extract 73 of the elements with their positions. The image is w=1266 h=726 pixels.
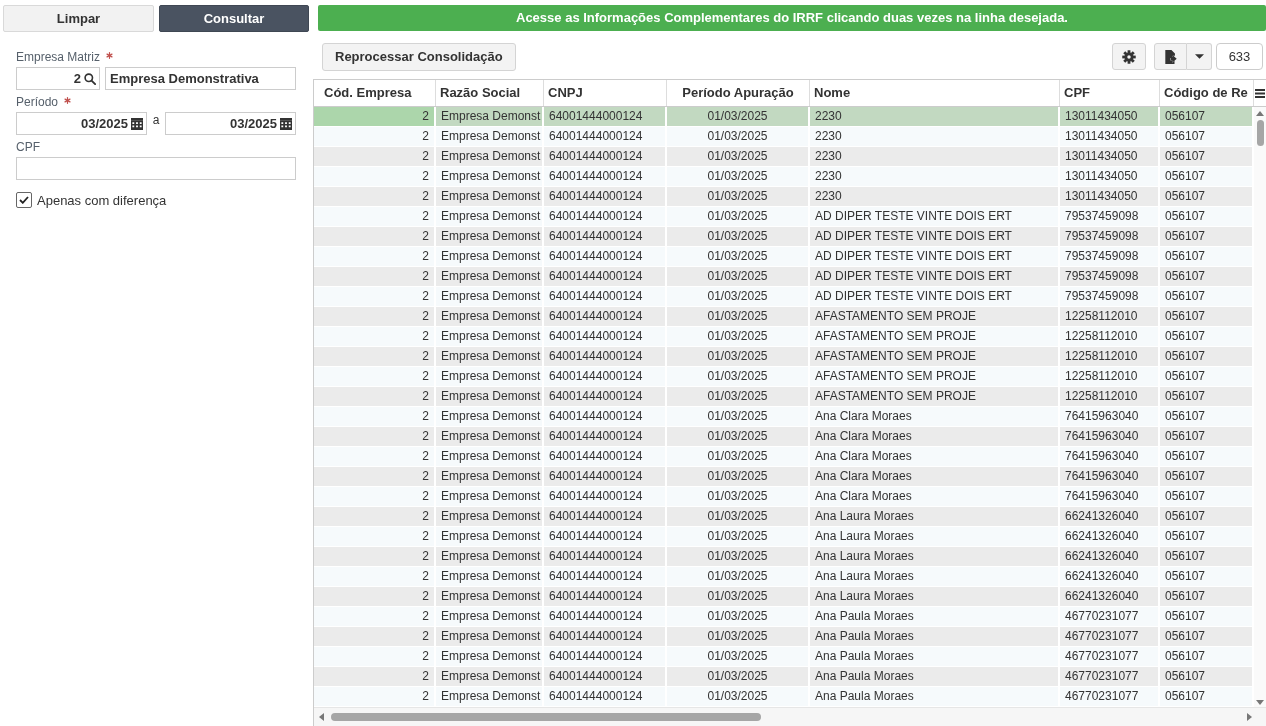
table-cell: 2 xyxy=(314,107,436,126)
export-dropdown-button[interactable] xyxy=(1187,43,1212,70)
down-arrow-icon[interactable] xyxy=(1256,700,1264,705)
checkbox-label[interactable]: Apenas com diferença xyxy=(37,192,167,208)
table-row[interactable]: 2 Empresa Demonst 64001444000124 01/03/2025 Ana Clara Moraes 76415963040 056107 xyxy=(314,427,1254,447)
table-row[interactable]: 2 Empresa Demonst 64001444000124 01/03/2025 AFASTAMENTO SEM PROJE 12258112010 056107 xyxy=(314,327,1254,347)
caret-icon xyxy=(1194,54,1204,59)
table-row[interactable]: 2 Empresa Demonst 64001444000124 01/03/2025 AD DIPER TESTE VINTE DOIS ERT 79537459098 056107 xyxy=(314,287,1254,307)
table-row[interactable]: 2 Empresa Demonst 64001444000124 01/03/2025 Ana Clara Moraes 76415963040 056107 xyxy=(314,467,1254,487)
table-row[interactable]: 2 Empresa Demonst 64001444000124 01/03/2025 AFASTAMENTO SEM PROJE 12258112010 056107 xyxy=(314,367,1254,387)
info-banner: Acesse as Informações Complementares do IRRF clicando duas vezes na linha desejada. xyxy=(318,5,1266,31)
calendar-icon[interactable] xyxy=(280,117,292,130)
table-row[interactable]: 2 Empresa Demonst 64001444000124 01/03/2025 AD DIPER TESTE VINTE DOIS ERT 79537459098 056107 xyxy=(314,207,1254,227)
column-header[interactable]: Período Apuração xyxy=(667,80,810,106)
left-arrow-icon[interactable] xyxy=(319,713,324,721)
company-name-field[interactable]: Empresa Demonstrativa xyxy=(105,67,296,90)
company-code-field[interactable]: 2 xyxy=(16,67,100,90)
table-row[interactable]: 2 Empresa Demonst 64001444000124 01/03/2025 Ana Laura Moraes 66241326040 056107 xyxy=(314,507,1254,527)
consult-button[interactable]: Consultar xyxy=(159,5,309,32)
table-row[interactable]: 2 Empresa Demonst 64001444000124 01/03/2025 AFASTAMENTO SEM PROJE 12258112010 056107 xyxy=(314,347,1254,367)
table-row[interactable]: 2 Empresa Demonst 64001444000124 01/03/2025 Ana Clara Moraes 76415963040 056107 xyxy=(314,407,1254,427)
table-row[interactable]: 2 Empresa Demonst 64001444000124 01/03/2025 Ana Paula Moraes 46770231077 056107 xyxy=(314,647,1254,667)
table-row[interactable]: 2 Empresa Demonst 64001444000124 01/03/2025 AD DIPER TESTE VINTE DOIS ERT 79537459098 056107 xyxy=(314,247,1254,267)
calendar-icon[interactable] xyxy=(131,117,143,130)
checkmark-icon xyxy=(19,196,29,204)
file-export-icon xyxy=(1164,49,1177,64)
table-row[interactable]: 2 Empresa Demonst 64001444000124 01/03/2025 2230 13011434050 056107 xyxy=(314,187,1254,207)
table-row[interactable]: 2 Empresa Demonst 64001444000124 01/03/2025 Ana Laura Moraes 66241326040 056107 xyxy=(314,547,1254,567)
table-row[interactable]: 2 Empresa Demonst 64001444000124 01/03/2025 Ana Paula Moraes 46770231077 056107 xyxy=(314,627,1254,647)
reprocess-button[interactable]: Reprocessar Consolidação xyxy=(322,42,516,71)
column-header[interactable]: Razão Social xyxy=(436,80,544,106)
export-button[interactable] xyxy=(1154,43,1187,70)
settings-button[interactable] xyxy=(1112,43,1146,70)
table-row[interactable]: 2 Empresa Demonst 64001444000124 01/03/2025 AD DIPER TESTE VINTE DOIS ERT 79537459098 056107 xyxy=(314,267,1254,287)
search-icon[interactable] xyxy=(84,72,96,85)
checkbox[interactable] xyxy=(16,192,32,208)
date-field[interactable]: 03/2025 xyxy=(16,112,147,135)
menu-icon[interactable] xyxy=(1255,88,1265,98)
vertical-scrollbar[interactable] xyxy=(1254,107,1266,707)
table-row[interactable]: 2 Empresa Demonst 64001444000124 01/03/2025 Ana Laura Moraes 66241326040 056107 xyxy=(314,567,1254,587)
field-label: Período xyxy=(16,95,59,109)
table-row[interactable]: 2 Empresa Demonst 64001444000124 01/03/2025 AFASTAMENTO SEM PROJE 12258112010 056107 xyxy=(314,387,1254,407)
table-row[interactable]: 2 Empresa Demonst 64001444000124 01/03/2025 2230 13011434050 056107 xyxy=(314,107,1254,127)
right-arrow-icon[interactable] xyxy=(1247,713,1252,721)
gear-icon xyxy=(1122,49,1136,64)
table-row[interactable]: 2 Empresa Demonst 64001444000124 01/03/2025 2230 13011434050 056107 xyxy=(314,147,1254,167)
clear-button[interactable]: Limpar xyxy=(3,5,154,32)
table-row[interactable]: 2 Empresa Demonst 64001444000124 01/03/2025 Ana Paula Moraes 46770231077 056107 xyxy=(314,667,1254,687)
table-row[interactable]: 2 Empresa Demonst 64001444000124 01/03/2025 2230 13011434050 056107 xyxy=(314,167,1254,187)
scrollbar-thumb[interactable] xyxy=(331,713,761,721)
column-header[interactable]: Nome xyxy=(810,80,1060,106)
table-row[interactable]: 2 Empresa Demonst 64001444000124 01/03/2025 Ana Clara Moraes 76415963040 056107 xyxy=(314,487,1254,507)
column-header[interactable]: Cód. Empresa xyxy=(314,80,436,106)
column-header[interactable]: Código de Re xyxy=(1160,80,1254,106)
record-count: 633 xyxy=(1216,43,1263,70)
scrollbar-thumb[interactable] xyxy=(1256,120,1264,146)
table-row[interactable]: 2 Empresa Demonst 64001444000124 01/03/2025 Ana Paula Moraes 46770231077 056107 xyxy=(314,607,1254,627)
table-row[interactable]: 2 Empresa Demonst 64001444000124 01/03/2025 Ana Clara Moraes 76415963040 056107 xyxy=(314,447,1254,467)
column-header[interactable]: CPF xyxy=(1060,80,1160,106)
cpf-field[interactable] xyxy=(16,157,296,180)
table-row[interactable]: 2 Empresa Demonst 64001444000124 01/03/2025 Ana Laura Moraes 66241326040 056107 xyxy=(314,527,1254,547)
date-field[interactable]: 03/2025 xyxy=(165,112,296,135)
table-row[interactable]: 2 Empresa Demonst 64001444000124 01/03/2025 AD DIPER TESTE VINTE DOIS ERT 79537459098 056107 xyxy=(314,227,1254,247)
field-label: Empresa Matriz xyxy=(16,50,101,64)
range-separator: a xyxy=(151,113,161,127)
horizontal-scrollbar[interactable] xyxy=(314,707,1266,726)
table-row[interactable]: 2 Empresa Demonst 64001444000124 01/03/2025 Ana Paula Moraes 46770231077 056107 xyxy=(314,687,1254,707)
up-arrow-icon[interactable] xyxy=(1256,111,1264,116)
column-header[interactable]: CNPJ xyxy=(544,80,667,106)
table-row[interactable]: 2 Empresa Demonst 64001444000124 01/03/2025 AFASTAMENTO SEM PROJE 12258112010 056107 xyxy=(314,307,1254,327)
field-label: CPF xyxy=(16,140,40,154)
table-row[interactable]: 2 Empresa Demonst 64001444000124 01/03/2025 Ana Laura Moraes 66241326040 056107 xyxy=(314,587,1254,607)
table-row[interactable]: 2 Empresa Demonst 64001444000124 01/03/2025 2230 13011434050 056107 xyxy=(314,127,1254,147)
